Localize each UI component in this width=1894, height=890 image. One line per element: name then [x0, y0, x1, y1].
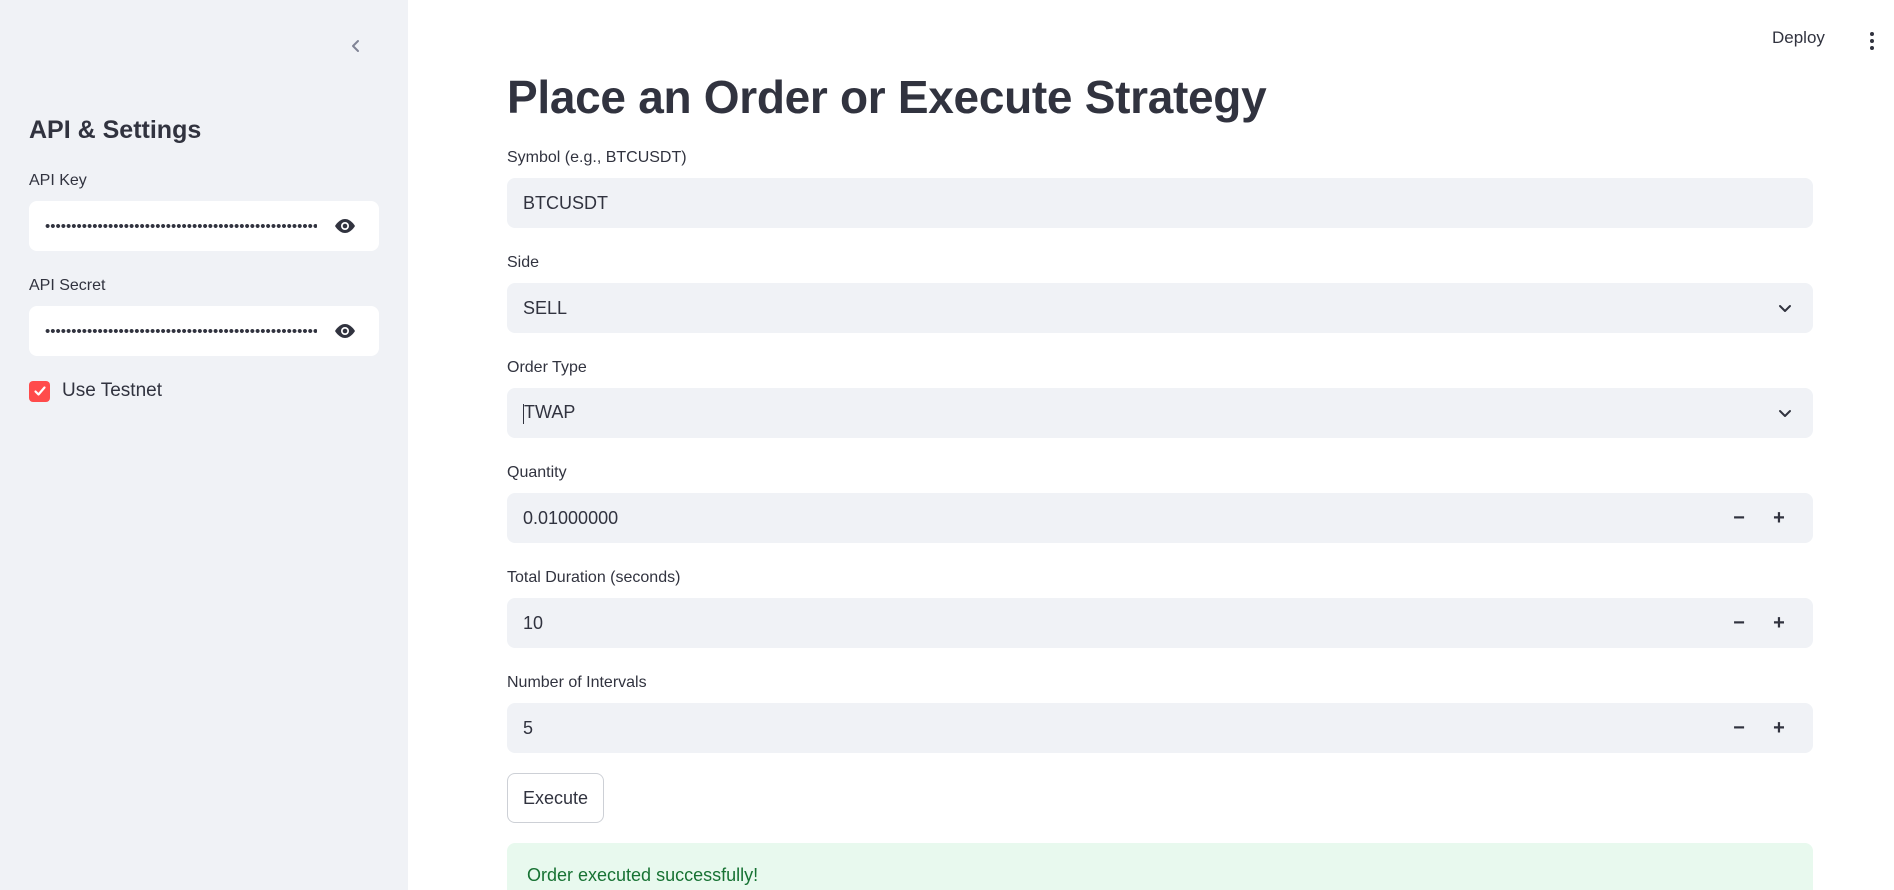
api-secret-label: API Secret: [29, 277, 106, 294]
order-type-value: TWAP: [524, 402, 576, 423]
chevron-down-icon: [1773, 296, 1797, 320]
num-intervals-stepper[interactable]: 5 − +: [507, 703, 1813, 753]
page-title: Place an Order or Execute Strategy: [507, 71, 1267, 123]
sidebar: API & Settings API Key •••••••••••••••••…: [0, 0, 408, 890]
num-intervals-value: 5: [523, 717, 534, 738]
success-alert: Order executed successfully!: [507, 843, 1813, 890]
deploy-button[interactable]: Deploy: [1772, 28, 1825, 48]
total-duration-stepper[interactable]: 10 − +: [507, 598, 1813, 648]
quantity-increment-button[interactable]: +: [1761, 500, 1797, 536]
symbol-label: Symbol (e.g., BTCUSDT): [507, 149, 687, 166]
use-testnet-checkbox[interactable]: Use Testnet: [29, 380, 162, 402]
api-secret-input[interactable]: ••••••••••••••••••••••••••••••••••••••••…: [29, 306, 379, 356]
order-type-label: Order Type: [507, 359, 587, 376]
total-duration-increment-button[interactable]: +: [1761, 605, 1797, 641]
api-secret-masked-value: ••••••••••••••••••••••••••••••••••••••••…: [45, 323, 317, 339]
collapse-sidebar-button[interactable]: [340, 30, 372, 62]
execute-button[interactable]: Execute: [507, 773, 604, 823]
api-key-label: API Key: [29, 172, 87, 189]
side-select[interactable]: SELL: [507, 283, 1813, 333]
checkbox-checked-icon[interactable]: [29, 380, 50, 402]
symbol-input[interactable]: BTCUSDT: [507, 178, 1813, 228]
chevron-down-icon: [1773, 401, 1797, 425]
side-label: Side: [507, 254, 540, 271]
main-menu-button[interactable]: [1862, 26, 1882, 56]
chevron-left-icon: [352, 40, 359, 52]
total-duration-decrement-button[interactable]: −: [1721, 605, 1757, 641]
vertical-ellipsis-icon: [1870, 32, 1874, 36]
num-intervals-decrement-button[interactable]: −: [1721, 710, 1757, 746]
side-value: SELL: [523, 297, 568, 318]
total-duration-label: Total Duration (seconds): [507, 569, 681, 586]
show-api-secret-button[interactable]: [327, 313, 363, 349]
show-api-key-button[interactable]: [327, 208, 363, 244]
api-key-input[interactable]: ••••••••••••••••••••••••••••••••••••••••…: [29, 201, 379, 251]
api-key-masked-value: ••••••••••••••••••••••••••••••••••••••••…: [45, 218, 317, 234]
quantity-value: 0.01000000: [523, 507, 619, 528]
sidebar-heading: API & Settings: [29, 116, 202, 144]
quantity-decrement-button[interactable]: −: [1721, 500, 1757, 536]
quantity-stepper[interactable]: 0.01000000 − +: [507, 493, 1813, 543]
total-duration-value: 10: [523, 612, 544, 633]
eye-icon: [335, 324, 355, 338]
use-testnet-label: Use Testnet: [62, 380, 162, 401]
quantity-label: Quantity: [507, 464, 567, 481]
eye-icon: [335, 219, 355, 233]
num-intervals-increment-button[interactable]: +: [1761, 710, 1797, 746]
success-message: Order executed successfully!: [527, 865, 759, 885]
num-intervals-label: Number of Intervals: [507, 674, 647, 691]
order-type-select[interactable]: TWAP: [507, 388, 1813, 438]
symbol-value: BTCUSDT: [523, 192, 608, 213]
